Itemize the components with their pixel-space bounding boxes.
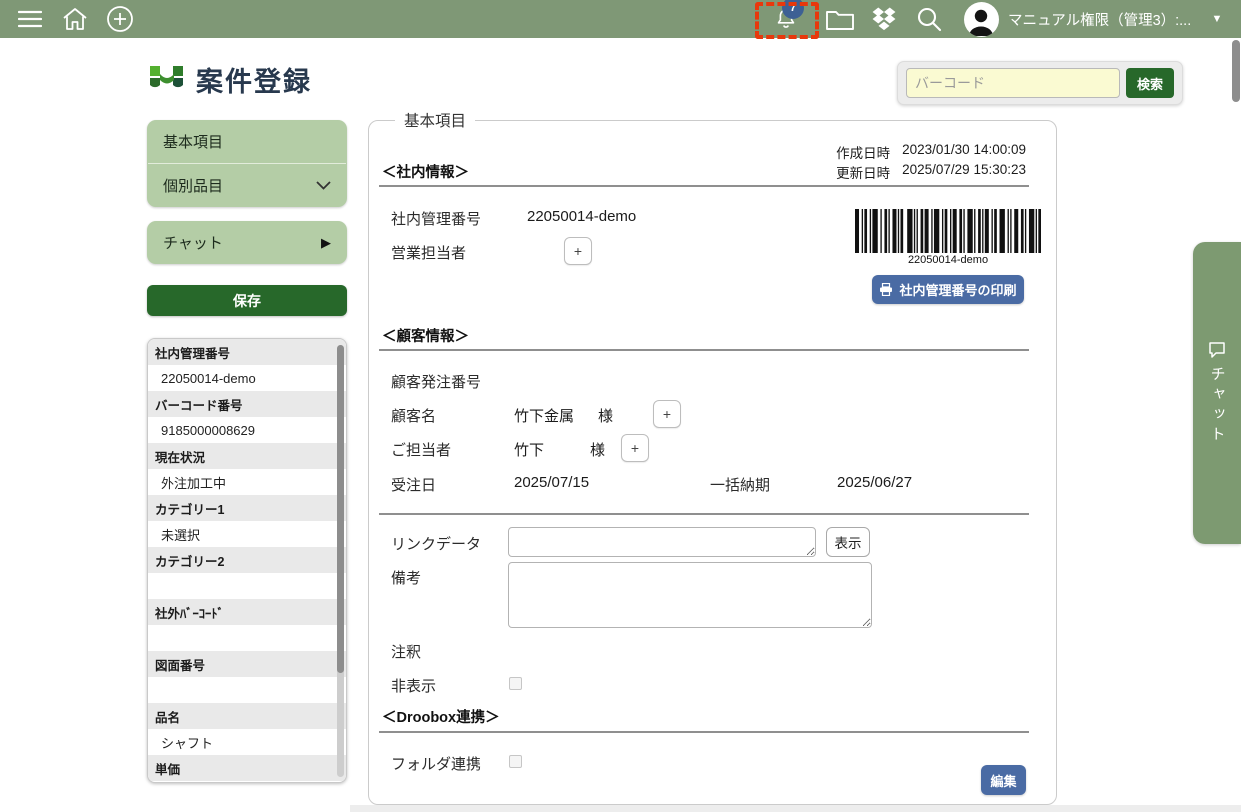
triangle-right-icon: ▶: [321, 235, 331, 251]
chevron-down-icon: [316, 181, 331, 190]
summary-header: 現在状況: [148, 443, 346, 469]
divider: [379, 731, 1029, 733]
link-data-label: リンクデータ: [391, 533, 481, 554]
contact-person-value: 竹下: [514, 439, 544, 460]
barcode-search-button[interactable]: 検索: [1126, 68, 1174, 98]
chat-side-tab[interactable]: チャット: [1193, 242, 1241, 544]
contact-person-label: ご担当者: [391, 439, 451, 460]
user-avatar[interactable]: [962, 0, 1000, 38]
folder-icon[interactable]: [822, 0, 858, 38]
barcode-image: [855, 209, 1041, 253]
sidebar-item-chat[interactable]: チャット ▶: [147, 221, 347, 264]
summary-value: [148, 573, 346, 599]
chat-tab-label: チャット: [1207, 366, 1228, 446]
remarks-textarea[interactable]: [508, 562, 872, 628]
updated-datetime: 更新日時2025/07/29 15:30:23: [836, 162, 1026, 182]
add-sales-rep-button[interactable]: +: [564, 237, 592, 265]
notifications-bell-icon[interactable]: 7: [768, 0, 804, 38]
page-scrollbar-thumb[interactable]: [1232, 40, 1240, 102]
summary-header: 単価: [148, 755, 346, 781]
divider: [379, 349, 1029, 351]
printer-icon: [879, 283, 893, 296]
barcode-caption: 22050014-demo: [855, 254, 1041, 266]
customer-order-number-label: 顧客発注番号: [391, 371, 481, 392]
batch-due-label: 一括納期: [710, 474, 770, 495]
internal-number-label: 社内管理番号: [391, 208, 481, 229]
honorific-label: 様: [598, 405, 613, 426]
save-button[interactable]: 保存: [147, 285, 347, 316]
page-title: 案件登録: [196, 60, 312, 99]
hamburger-menu-icon[interactable]: [16, 0, 44, 38]
section-internal-info: ＜社内情報＞: [382, 161, 469, 182]
sidebar-item-individual[interactable]: 個別品目: [147, 164, 347, 207]
screen: 7 マニュアル権限（管理3）:... ▼: [0, 0, 1241, 812]
edit-button[interactable]: 編集: [981, 765, 1026, 795]
honorific-label: 様: [590, 439, 605, 460]
link-data-textarea[interactable]: [508, 527, 816, 557]
summary-header: 図面番号: [148, 651, 346, 677]
panel-scrollbar-thumb[interactable]: [337, 345, 344, 673]
customer-name-label: 顧客名: [391, 405, 436, 426]
sidebar-item-label: 基本項目: [163, 131, 223, 152]
user-menu[interactable]: マニュアル権限（管理3）:...: [1008, 0, 1191, 38]
app-logo: [147, 57, 187, 97]
add-plus-icon[interactable]: [104, 0, 136, 38]
summary-header: 品名: [148, 703, 346, 729]
divider: [379, 513, 1029, 515]
order-date-label: 受注日: [391, 474, 436, 495]
chat-bubble-icon: [1208, 340, 1226, 358]
batch-due-value: 2025/06/27: [837, 474, 912, 491]
hidden-label: 非表示: [391, 675, 436, 696]
sales-rep-label: 営業担当者: [391, 242, 466, 263]
summary-value: [148, 677, 346, 703]
divider: [379, 185, 1029, 187]
add-contact-button[interactable]: +: [621, 434, 649, 462]
section-customer-info: ＜顧客情報＞: [382, 325, 469, 346]
summary-header: カテゴリー1: [148, 495, 346, 521]
summary-value: シャフト: [148, 729, 346, 755]
summary-value: 外注加工中: [148, 469, 346, 495]
barcode-search-box: 検索: [897, 61, 1183, 105]
summary-header: 社内管理番号: [148, 339, 346, 365]
created-datetime: 作成日時2023/01/30 14:00:09: [836, 142, 1026, 162]
barcode-search-input[interactable]: [906, 68, 1120, 98]
sidebar-nav: 基本項目 個別品目: [147, 120, 347, 207]
sidebar-item-basic[interactable]: 基本項目: [147, 120, 347, 163]
hidden-checkbox[interactable]: [509, 677, 522, 690]
card-legend: 基本項目: [395, 109, 475, 131]
avatar: [964, 2, 999, 37]
dropbox-icon[interactable]: [866, 0, 902, 38]
summary-header: 社外ﾊﾞｰｺｰﾄﾞ: [148, 599, 346, 625]
case-summary-panel: 社内管理番号 22050014-demo バーコード番号 91850000086…: [147, 338, 347, 783]
summary-value: 22050014-demo: [148, 365, 346, 391]
search-icon[interactable]: [911, 0, 947, 38]
sidebar-item-label: 個別品目: [163, 175, 223, 196]
show-link-button[interactable]: 表示: [826, 527, 870, 557]
summary-value: 9185000008629: [148, 417, 346, 443]
print-internal-number-button[interactable]: 社内管理番号の印刷: [872, 275, 1024, 304]
top-bar: 7 マニュアル権限（管理3）:... ▼: [0, 0, 1241, 38]
remarks-label: 備考: [391, 567, 421, 588]
customer-name-value: 竹下金属: [514, 405, 574, 426]
folder-link-label: フォルダ連携: [391, 753, 481, 774]
annotation-label: 注釈: [391, 641, 421, 662]
section-droobox: ＜Droobox連携＞: [382, 706, 500, 727]
user-menu-label: マニュアル権限（管理3）:...: [1008, 9, 1191, 30]
summary-value: [148, 625, 346, 651]
summary-value: 未選択: [148, 521, 346, 547]
notification-count-badge: 7: [782, 0, 804, 19]
basic-items-card: 基本項目 作成日時2023/01/30 14:00:09 更新日時2025/07…: [368, 120, 1057, 805]
home-icon[interactable]: [60, 0, 90, 38]
summary-header: バーコード番号: [148, 391, 346, 417]
summary-header: カテゴリー2: [148, 547, 346, 573]
add-customer-button[interactable]: +: [653, 400, 681, 428]
internal-number-value: 22050014-demo: [527, 208, 636, 225]
chevron-down-icon[interactable]: ▼: [1204, 0, 1230, 38]
sidebar-item-label: チャット: [163, 232, 223, 253]
order-date-value: 2025/07/15: [514, 474, 589, 491]
bottom-strip: [350, 805, 1241, 812]
folder-link-checkbox[interactable]: [509, 755, 522, 768]
